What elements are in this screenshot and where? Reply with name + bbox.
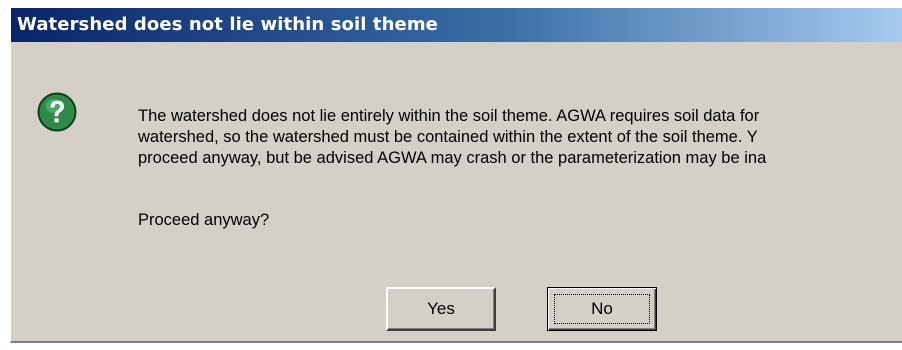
dialog-message: The watershed does not lie entirely with…: [138, 106, 902, 169]
message-dialog: Watershed does not lie within soil theme…: [10, 7, 902, 343]
no-button[interactable]: No: [547, 287, 657, 331]
yes-button-label: Yes: [427, 299, 455, 318]
screen: Watershed does not lie within soil theme…: [0, 0, 902, 350]
question-icon: [37, 92, 77, 132]
yes-button[interactable]: Yes: [386, 287, 496, 331]
message-line: The watershed does not lie entirely with…: [138, 107, 760, 125]
dialog-title: Watershed does not lie within soil theme: [17, 14, 438, 35]
message-line: watershed, so the watershed must be cont…: [138, 128, 758, 146]
no-button-label: No: [591, 299, 613, 318]
dialog-titlebar[interactable]: Watershed does not lie within soil theme: [11, 8, 902, 42]
message-line: proceed anyway, but be advised AGWA may …: [138, 149, 767, 167]
dialog-question: Proceed anyway?: [138, 211, 270, 229]
